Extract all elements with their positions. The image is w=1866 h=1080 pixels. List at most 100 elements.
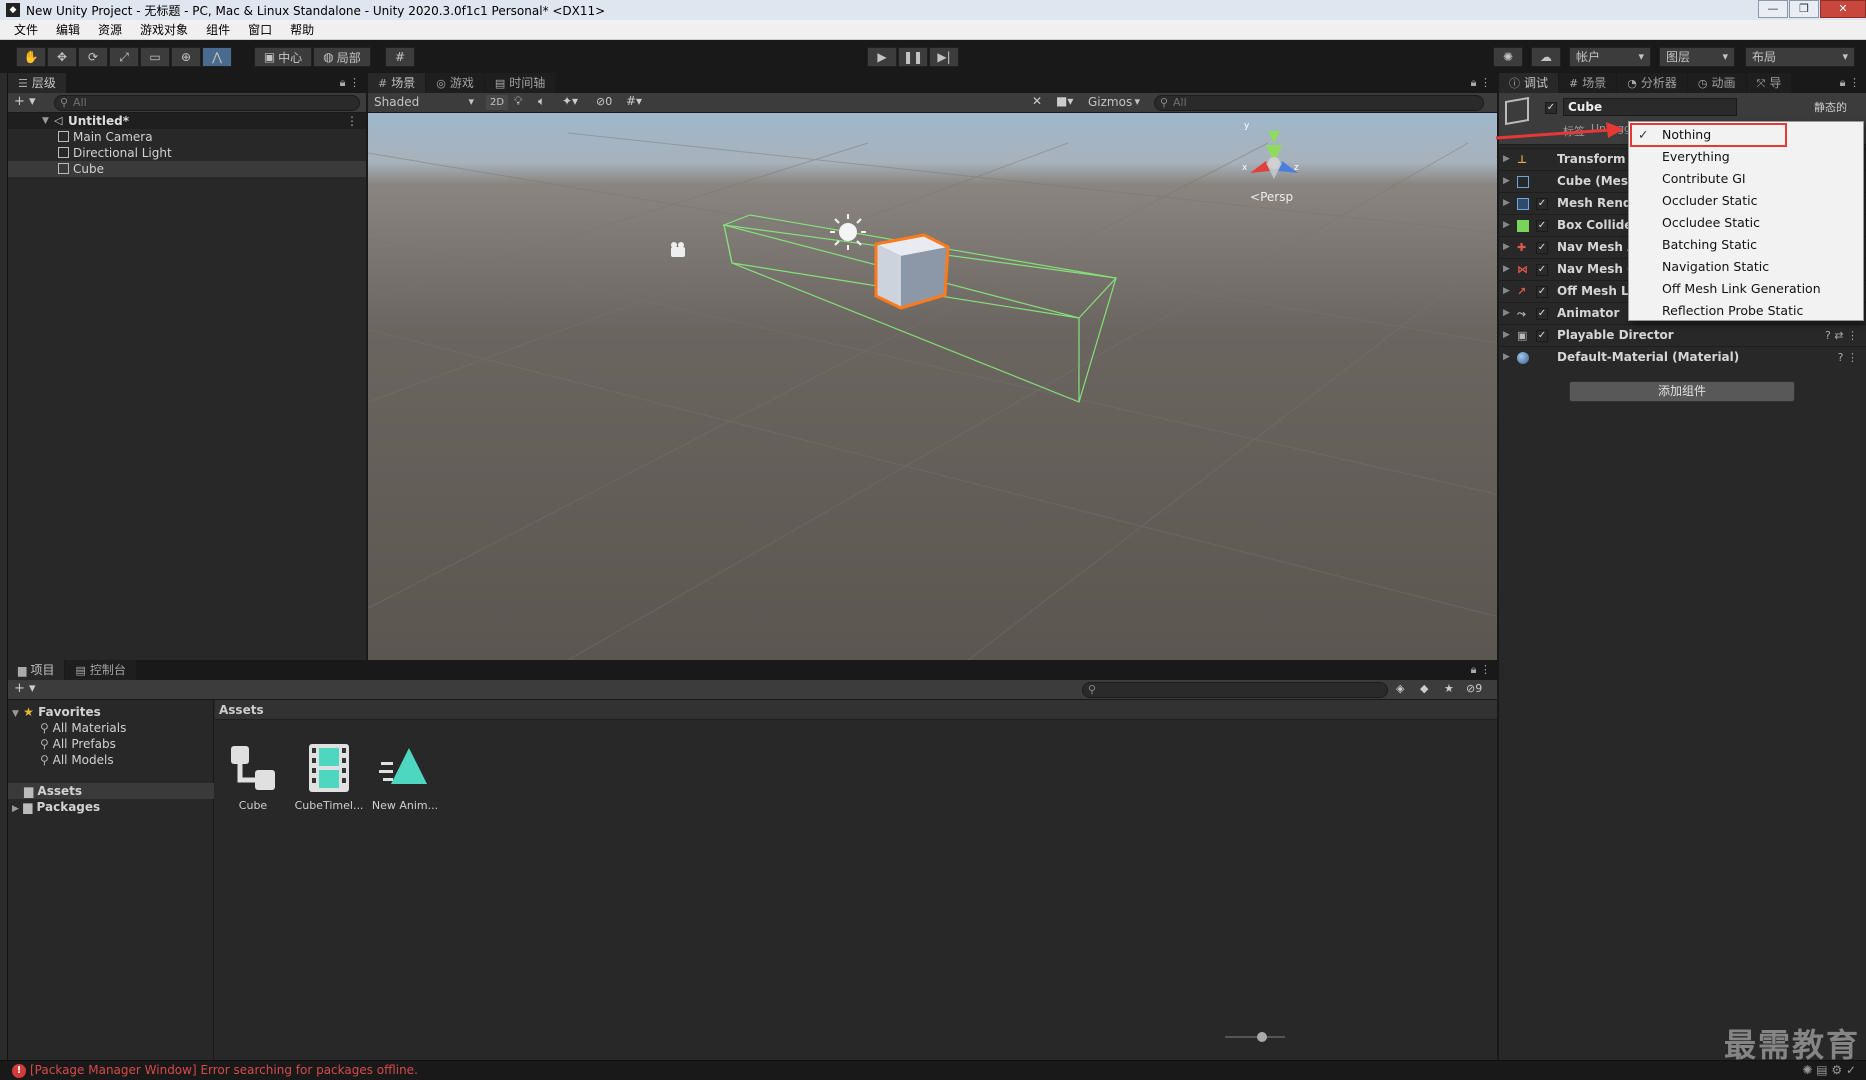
tab-scene-lighting[interactable]: # 场景 (1559, 73, 1618, 93)
project-search-input[interactable] (1082, 682, 1388, 698)
fold-arrow-icon[interactable]: ▶ (1503, 237, 1510, 258)
panel-menu-icon[interactable]: 🔒︎ ⋮ (340, 76, 360, 90)
tab-scene[interactable]: # 场景 (368, 73, 427, 93)
local-toggle-button[interactable]: ◍ 局部 (313, 47, 371, 67)
component-enabled-checkbox[interactable]: ✓ (1536, 308, 1548, 320)
rect-tool-icon[interactable]: ▭ (140, 47, 170, 67)
fold-arrow-icon[interactable]: ▶ (1503, 303, 1510, 324)
collab-icon[interactable]: ✺ (1493, 47, 1523, 67)
scene-search-input[interactable]: All (1154, 95, 1484, 111)
tab-timeline[interactable]: ▤ 时间轴 (484, 73, 557, 93)
orientation-gizmo[interactable] (1250, 131, 1298, 179)
grid-snap-icon[interactable]: # (385, 47, 415, 67)
tree-item-packages[interactable]: ▶ ▆ Packages (12, 799, 100, 815)
hierarchy-item-directional-light[interactable]: Directional Light (8, 145, 366, 161)
menu-file[interactable]: 文件 (14, 21, 38, 38)
hierarchy-item-main-camera[interactable]: Main Camera (8, 129, 366, 145)
favorite-star-icon[interactable]: ★ (1444, 682, 1454, 695)
fold-arrow-icon[interactable]: ▼ (42, 113, 49, 129)
scene-viewport[interactable]: y x z <Persp (368, 113, 1497, 660)
component-enabled-checkbox[interactable]: ✓ (1536, 242, 1548, 254)
custom-tool-icon[interactable]: ⋀ (202, 47, 232, 67)
component-material[interactable]: ▶ Default-Material (Material) ? ⋮ (1499, 346, 1866, 368)
component-actions-icon[interactable]: ? ⋮ (1838, 347, 1858, 368)
create-plus-button[interactable]: + ▾ (14, 94, 36, 109)
scene-menu-icon[interactable]: ⋮ (346, 113, 358, 129)
transform-tool-icon[interactable]: ⊕ (171, 47, 201, 67)
layout-dropdown[interactable]: 布局 (1745, 47, 1855, 67)
menu-item-navigation-static[interactable]: Navigation Static (1629, 256, 1863, 278)
menu-item-occluder-static[interactable]: Occluder Static (1629, 190, 1863, 212)
icon-size-slider[interactable] (1225, 1032, 1285, 1042)
component-enabled-checkbox[interactable]: ✓ (1536, 198, 1548, 210)
rotate-tool-icon[interactable]: ⟳ (78, 47, 108, 67)
search-by-type-icon[interactable]: ◈ (1396, 682, 1404, 695)
menu-component[interactable]: 组件 (206, 21, 230, 38)
static-dropdown[interactable]: 静态的 (1795, 100, 1859, 116)
minimize-button[interactable]: — (1758, 0, 1788, 18)
lighting-toggle-icon[interactable]: 💡︎ (514, 94, 522, 109)
tab-hierarchy[interactable]: ☰ 层级 (8, 73, 67, 93)
layers-dropdown[interactable]: 图层 (1659, 47, 1735, 67)
tree-item-assets[interactable]: ▆ Assets (8, 783, 214, 799)
favorite-all-prefabs[interactable]: ⚲ All Prefabs (40, 736, 116, 752)
maximize-button[interactable]: ❐ (1789, 0, 1819, 18)
asset-cubetimeline[interactable]: CubeTimel... (291, 740, 367, 812)
menu-item-contribute-gi[interactable]: Contribute GI (1629, 168, 1863, 190)
tools-icon[interactable]: ✕ (1032, 94, 1042, 108)
shading-mode-dropdown[interactable]: Shaded (368, 93, 480, 112)
create-plus-button[interactable]: + ▾ (14, 681, 36, 696)
tab-project[interactable]: ▆ 项目 (8, 660, 66, 680)
component-enabled-checkbox[interactable]: ✓ (1536, 220, 1548, 232)
component-actions-icon[interactable]: ? ⇄ ⋮ (1825, 325, 1858, 346)
panel-menu-icon[interactable]: 🔒︎ ⋮ (1471, 663, 1491, 677)
favorites-node[interactable]: ▼ ★ Favorites (12, 704, 101, 720)
toggle-2d-button[interactable]: 2D (486, 95, 508, 110)
projection-toggle[interactable]: <Persp (1250, 190, 1293, 204)
component-enabled-checkbox[interactable]: ✓ (1536, 286, 1548, 298)
breadcrumb[interactable]: Assets (215, 700, 1497, 720)
fold-arrow-icon[interactable]: ▶ (1503, 193, 1510, 214)
hand-tool-icon[interactable]: ✋ (16, 47, 46, 67)
audio-toggle-icon[interactable]: 🔈︎ (538, 94, 545, 109)
fold-arrow-icon[interactable]: ▼ (12, 709, 19, 719)
asset-new-animation[interactable]: New Anim... (367, 740, 443, 812)
pause-button[interactable]: ❚❚ (898, 47, 928, 67)
menu-edit[interactable]: 编辑 (56, 21, 80, 38)
slider-handle[interactable] (1257, 1032, 1267, 1042)
fold-arrow-icon[interactable]: ▶ (1503, 259, 1510, 280)
menu-assets[interactable]: 资源 (98, 21, 122, 38)
tab-console[interactable]: ▤ 控制台 (65, 660, 137, 680)
account-dropdown[interactable]: 帐户 (1569, 47, 1651, 67)
camera-settings-icon[interactable]: ■▾ (1056, 94, 1073, 108)
scene-row[interactable]: ▼ ◁ Untitled* ⋮ (8, 113, 366, 129)
menu-gameobject[interactable]: 游戏对象 (140, 21, 188, 38)
menu-window[interactable]: 窗口 (248, 21, 272, 38)
selected-cube[interactable] (874, 233, 950, 310)
hidden-packages-toggle[interactable]: ⊘9 (1466, 682, 1482, 695)
tab-profiler[interactable]: ◔ 分析器 (1617, 73, 1688, 93)
fold-arrow-icon[interactable]: ▶ (1503, 347, 1510, 368)
menu-item-nothing[interactable]: ✓ Nothing (1629, 123, 1863, 147)
pivot-toggle-button[interactable]: ▣ 中心 (254, 47, 312, 67)
hierarchy-search-input[interactable]: All (54, 95, 360, 111)
hierarchy-item-cube[interactable]: Cube (8, 161, 366, 177)
fold-arrow-icon[interactable]: ▶ (1503, 215, 1510, 236)
move-tool-icon[interactable]: ✥ (47, 47, 77, 67)
cloud-icon[interactable]: ☁ (1531, 47, 1561, 67)
menu-item-everything[interactable]: Everything (1629, 146, 1863, 168)
menu-item-occludee-static[interactable]: Occludee Static (1629, 212, 1863, 234)
add-component-button[interactable]: 添加组件 (1569, 381, 1795, 402)
object-name-field[interactable]: Cube (1563, 98, 1737, 116)
favorite-all-models[interactable]: ⚲ All Models (40, 752, 114, 768)
panel-menu-icon[interactable]: 🔒︎ ⋮ (1471, 76, 1491, 90)
fold-arrow-icon[interactable]: ▶ (1503, 325, 1510, 346)
step-button[interactable]: ▶| (929, 47, 959, 67)
menu-item-reflection-probe-static[interactable]: Reflection Probe Static (1629, 300, 1863, 322)
tab-overflow[interactable]: ⤧ 导 (1746, 73, 1793, 93)
tab-debug[interactable]: ⓘ 调试 (1499, 73, 1560, 93)
grid-toggle-icon[interactable]: #▾ (626, 94, 642, 108)
status-message[interactable]: [Package Manager Window] Error searching… (30, 1063, 418, 1077)
fold-arrow-icon[interactable]: ▶ (1503, 171, 1510, 192)
component-enabled-checkbox[interactable]: ✓ (1536, 264, 1548, 276)
